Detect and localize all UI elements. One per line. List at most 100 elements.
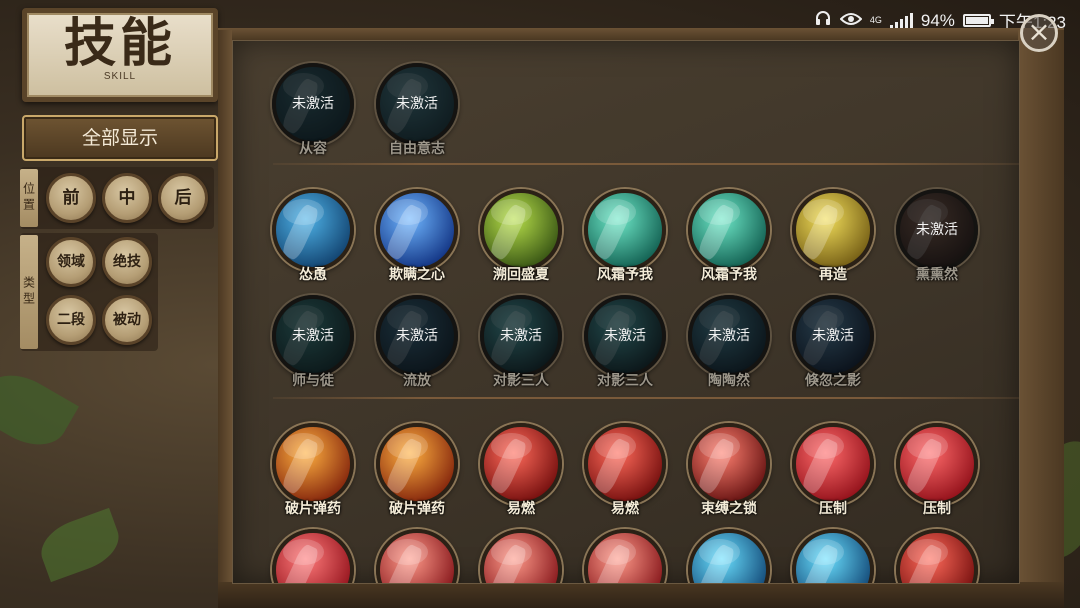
filter-back-button[interactable]: 后: [158, 173, 208, 223]
skill-list-panel[interactable]: 未激活 从容 未激活 自由意志 怂恿 欺瞒之心 溯回盛夏 风霜予我 风霜予我 再造 未激活 熏熏然 未激…: [232, 40, 1020, 584]
skill-item[interactable]: 未激活 陶陶然: [685, 295, 773, 395]
filter-front-button[interactable]: 前: [46, 173, 96, 223]
skill-name: 易燃: [507, 501, 535, 517]
show-all-button[interactable]: 全部显示: [22, 115, 218, 161]
skill-name: 压制: [923, 501, 951, 517]
skill-item[interactable]: 未激活 师与徒: [269, 295, 357, 395]
skill-icon: [480, 529, 562, 583]
skill-item[interactable]: 压制: [893, 423, 981, 523]
skill-icon: [584, 189, 666, 271]
skill-icon: [480, 423, 562, 505]
panel-frame: [1018, 30, 1064, 608]
filter-domain-button[interactable]: 领域: [46, 237, 96, 287]
panel-frame: [218, 582, 1064, 608]
skill-item[interactable]: 束缚之锁: [685, 423, 773, 523]
skill-item[interactable]: 破片弹药: [373, 423, 461, 523]
skill-icon: [272, 423, 354, 505]
skill-item[interactable]: [373, 529, 461, 583]
skill-name: 风霜予我: [597, 267, 653, 283]
skill-name: 陶陶然: [708, 373, 750, 389]
skill-icon: [688, 529, 770, 583]
skill-icon: [584, 529, 666, 583]
skill-name: 流放: [403, 373, 431, 389]
close-icon: ×: [1027, 15, 1051, 48]
skill-item[interactable]: 再造: [789, 189, 877, 289]
page-subtitle: SKILL: [103, 71, 137, 82]
skill-item[interactable]: 溯回盛夏: [477, 189, 565, 289]
skill-item[interactable]: 未激活 从容: [269, 63, 357, 163]
skill-locked-label: 未激活: [688, 295, 770, 377]
skill-locked-label: 未激活: [584, 295, 666, 377]
skill-name: 欺瞒之心: [389, 267, 445, 283]
skill-item[interactable]: [581, 529, 669, 583]
skill-name: 破片弹药: [285, 501, 341, 517]
filter-two-stage-button[interactable]: 二段: [46, 295, 96, 345]
skill-item[interactable]: 欺瞒之心: [373, 189, 461, 289]
skill-item[interactable]: 未激活 流放: [373, 295, 461, 395]
filter-middle-button[interactable]: 中: [102, 173, 152, 223]
skill-item[interactable]: 未激活 对影三人: [581, 295, 669, 395]
skill-icon: [376, 189, 458, 271]
skill-item[interactable]: [893, 529, 981, 583]
skill-item[interactable]: 未激活 对影三人: [477, 295, 565, 395]
skill-icon: [792, 189, 874, 271]
skill-name: 从容: [299, 141, 327, 157]
skill-locked-label: 未激活: [792, 295, 874, 377]
skill-icon: [896, 529, 978, 583]
position-filter: 位置 前 中 后: [20, 167, 214, 229]
page-title-plaque: 技能 SKILL: [22, 8, 218, 102]
skill-item[interactable]: 破片弹药: [269, 423, 357, 523]
skill-locked-label: 未激活: [376, 63, 458, 145]
type-filter-label: 类型: [20, 235, 38, 349]
skill-item[interactable]: 压制: [789, 423, 877, 523]
skill-item[interactable]: 风霜予我: [581, 189, 669, 289]
skill-name: 束缚之锁: [701, 501, 757, 517]
skill-icon: [480, 189, 562, 271]
foliage-decoration: [0, 361, 79, 459]
skill-locked-label: 未激活: [272, 63, 354, 145]
skill-item[interactable]: 怂恿: [269, 189, 357, 289]
skill-locked-label: 未激活: [272, 295, 354, 377]
skill-item[interactable]: [269, 529, 357, 583]
type-filter: 类型 领域 绝技 二段 被动: [20, 233, 158, 351]
skill-locked-label: 未激活: [480, 295, 562, 377]
skill-item[interactable]: [477, 529, 565, 583]
skill-name: 对影三人: [597, 373, 653, 389]
panel-frame: [218, 28, 1064, 40]
skill-name: 破片弹药: [389, 501, 445, 517]
signal-icon: [889, 12, 913, 29]
skill-name: 师与徒: [292, 373, 334, 389]
skill-item[interactable]: 未激活 熏熏然: [893, 189, 981, 289]
skill-name: 对影三人: [493, 373, 549, 389]
skill-name: 易燃: [611, 501, 639, 517]
skill-name: 压制: [819, 501, 847, 517]
skill-name: 熏熏然: [916, 267, 958, 283]
skill-name: 风霜予我: [701, 267, 757, 283]
skill-item[interactable]: 易燃: [581, 423, 669, 523]
skill-item[interactable]: 风霜予我: [685, 189, 773, 289]
skill-item[interactable]: 易燃: [477, 423, 565, 523]
filter-passive-button[interactable]: 被动: [102, 295, 152, 345]
foliage-decoration: [33, 507, 127, 583]
skill-item[interactable]: [685, 529, 773, 583]
skill-icon: [792, 529, 874, 583]
position-filter-label: 位置: [20, 169, 38, 227]
skill-item[interactable]: [789, 529, 877, 583]
skill-icon: [688, 189, 770, 271]
section-divider: [273, 163, 1019, 165]
skill-locked-label: 未激活: [376, 295, 458, 377]
skill-icon: [688, 423, 770, 505]
skill-locked-label: 未激活: [896, 189, 978, 271]
panel-frame: [218, 30, 232, 608]
skill-name: 怂恿: [299, 267, 327, 283]
skill-icon: [272, 189, 354, 271]
skill-icon: [272, 529, 354, 583]
section-divider: [273, 397, 1019, 399]
skill-name: 自由意志: [389, 141, 445, 157]
battery-icon: [962, 14, 994, 27]
skill-item[interactable]: 未激活 自由意志: [373, 63, 461, 163]
skill-name: 溯回盛夏: [493, 267, 549, 283]
filter-ultimate-button[interactable]: 绝技: [102, 237, 152, 287]
close-button[interactable]: ×: [1020, 14, 1058, 52]
skill-item[interactable]: 未激活 倏忽之影: [789, 295, 877, 395]
